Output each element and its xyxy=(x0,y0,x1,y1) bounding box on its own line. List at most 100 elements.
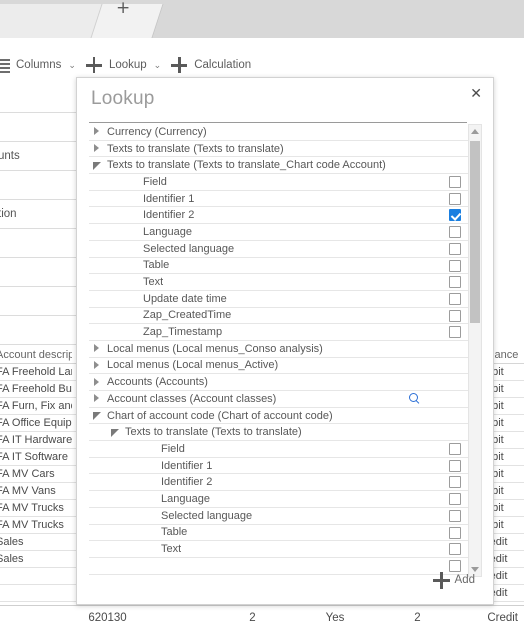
tree-node-spacer xyxy=(129,278,138,287)
tree-node[interactable]: Local menus (Local menus_Conso analysis) xyxy=(89,341,468,358)
tree-node[interactable]: Language xyxy=(89,491,468,508)
tree-node-checkbox[interactable] xyxy=(449,543,461,556)
tree-node[interactable]: Selected language xyxy=(89,241,468,258)
tree-node[interactable]: Identifier 1 xyxy=(89,191,468,208)
lookup-tree[interactable]: Currency (Currency) Texts to translate (T… xyxy=(89,124,468,577)
tree-node[interactable]: Texts to translate (Texts to translate_C… xyxy=(89,157,468,175)
plus-icon[interactable]: + xyxy=(116,0,130,17)
calculation-button[interactable]: Calculation xyxy=(161,52,253,78)
tree-node[interactable]: Field xyxy=(89,174,468,191)
tree-node-checkbox[interactable] xyxy=(449,493,461,506)
tree-node-label: Table xyxy=(161,526,188,539)
left-panel-row[interactable] xyxy=(0,229,76,258)
tree-node-spacer xyxy=(147,494,156,503)
tree-node[interactable]: Zap_Timestamp xyxy=(89,324,468,341)
tree-node[interactable]: Texts to translate (Texts to translate) xyxy=(89,424,468,442)
tree-node[interactable]: Zap_CreatedTime xyxy=(89,308,468,325)
add-button-label: Add xyxy=(454,574,475,586)
tree-node-checkbox[interactable] xyxy=(449,443,461,456)
cell-description: FA Office Equipn xyxy=(0,417,72,429)
left-panel-row[interactable]: tion xyxy=(0,200,76,229)
tree-node[interactable]: Identifier 2 xyxy=(89,207,468,225)
tree-node[interactable]: Currency (Currency) xyxy=(89,124,468,141)
chevron-right-icon[interactable] xyxy=(93,344,102,353)
left-panel-row[interactable]: unts xyxy=(0,142,76,171)
left-panel-row[interactable] xyxy=(0,84,76,113)
lookup-button-label: Lookup xyxy=(108,59,147,71)
tree-node-checkbox[interactable] xyxy=(449,326,461,339)
tree-node[interactable]: Table xyxy=(89,258,468,275)
cell-description: FA Freehold Lan xyxy=(0,366,72,378)
tree-node-checkbox[interactable] xyxy=(449,292,461,305)
tree-node-checkbox[interactable] xyxy=(449,226,461,239)
tree-node[interactable]: Texts to translate (Texts to translate) xyxy=(89,141,468,158)
scrollbar-thumb[interactable] xyxy=(470,141,480,323)
tree-scrollbar[interactable] xyxy=(468,124,482,577)
calculation-button-label: Calculation xyxy=(194,59,252,71)
tree-node[interactable]: Identifier 2 xyxy=(89,474,468,492)
tree-node[interactable]: Table xyxy=(89,525,468,542)
tree-node[interactable]: Local menus (Local menus_Active) xyxy=(89,358,468,375)
chevron-right-icon[interactable] xyxy=(93,127,102,136)
tree-node-checkbox[interactable] xyxy=(449,176,461,189)
tree-node-checkbox[interactable] xyxy=(449,476,461,489)
tree-node-checkbox[interactable] xyxy=(449,526,461,539)
left-panel-row[interactable] xyxy=(0,287,76,316)
columns-button[interactable]: Columns ⌄ xyxy=(0,52,76,78)
tree-node-label: Chart of account code (Chart of account … xyxy=(107,409,333,422)
tree-node[interactable]: Update date time xyxy=(89,291,468,308)
bottom-row-account: 620130 xyxy=(88,611,127,624)
grid-header-description: Account descrip xyxy=(0,348,72,361)
tree-node-checkbox[interactable] xyxy=(449,242,461,255)
tree-node-checkbox[interactable] xyxy=(449,309,461,322)
scroll-up-icon[interactable] xyxy=(469,125,481,138)
tree-node[interactable]: Text xyxy=(89,274,468,291)
chevron-right-icon[interactable] xyxy=(93,394,102,403)
tree-node[interactable] xyxy=(89,558,468,575)
left-panel-row[interactable] xyxy=(0,113,76,142)
tree-node-spacer xyxy=(129,211,138,220)
left-panel-row[interactable] xyxy=(0,171,76,200)
chevron-down-icon[interactable] xyxy=(111,428,120,437)
columns-button-label: Columns xyxy=(16,59,62,71)
search-icon[interactable] xyxy=(409,393,420,404)
cell-description: Sales xyxy=(0,553,24,565)
cell-description: FA MV Cars xyxy=(0,468,55,480)
tree-node[interactable]: Accounts (Accounts) xyxy=(89,374,468,391)
cell-description: FA MV Vans xyxy=(0,485,56,497)
chevron-down-icon[interactable] xyxy=(93,161,102,170)
tree-node-checkbox[interactable] xyxy=(449,259,461,272)
tree-node-checkbox[interactable] xyxy=(449,459,461,472)
dialog-title: Lookup xyxy=(91,88,155,109)
chevron-right-icon[interactable] xyxy=(93,144,102,153)
lookup-button[interactable]: Lookup ⌄ xyxy=(76,52,161,78)
left-panel-row[interactable] xyxy=(0,316,76,345)
tree-node-checkbox[interactable] xyxy=(449,209,461,222)
cell-description: FA Freehold Bui xyxy=(0,383,72,395)
tree-node[interactable]: Field xyxy=(89,441,468,458)
tree-node[interactable]: Language xyxy=(89,224,468,241)
screen-root: + Columns ⌄ Lookup ⌄ Calculation unts tio… xyxy=(0,0,524,629)
tree-node-checkbox[interactable] xyxy=(449,509,461,522)
chevron-right-icon[interactable] xyxy=(93,377,102,387)
tree-node-label: Identifier 1 xyxy=(161,459,213,472)
grid-bottom-row[interactable]: 620130 2 Yes 2 Credit xyxy=(0,605,524,629)
tree-node-label: Language xyxy=(143,225,192,238)
tree-node-checkbox[interactable] xyxy=(449,559,461,572)
grid-toolbar: Columns ⌄ Lookup ⌄ Calculation xyxy=(0,52,524,78)
left-panel-row[interactable] xyxy=(0,258,76,287)
tree-node-checkbox[interactable] xyxy=(449,276,461,289)
tree-node-label: Texts to translate (Texts to translate_C… xyxy=(107,159,386,172)
tree-node[interactable]: Chart of account code (Chart of account … xyxy=(89,408,468,425)
tree-node[interactable]: Text xyxy=(89,541,468,558)
close-icon[interactable]: ✕ xyxy=(470,87,482,101)
tree-node-label: Text xyxy=(143,276,164,289)
tree-node[interactable]: Account classes (Account classes) xyxy=(89,391,468,408)
chevron-right-icon[interactable] xyxy=(93,360,102,370)
add-button[interactable]: Add xyxy=(432,572,475,589)
tree-node[interactable]: Selected language xyxy=(89,508,468,525)
tree-node-checkbox[interactable] xyxy=(449,192,461,205)
chevron-down-icon[interactable] xyxy=(93,411,102,421)
tree-node-label: Identifier 1 xyxy=(143,192,195,205)
tree-node[interactable]: Identifier 1 xyxy=(89,458,468,475)
